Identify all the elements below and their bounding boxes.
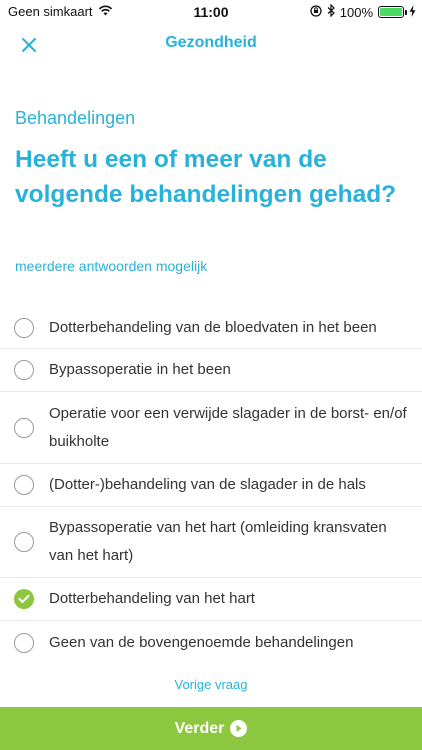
battery-percentage: 100% [339, 4, 373, 20]
option-label: Bypassoperatie van het hart (omleiding k… [49, 519, 387, 564]
radio-circle-icon[interactable] [14, 417, 34, 438]
options-list: Dotterbehandeling van de bloedvaten in h… [0, 307, 422, 664]
radio-circle-icon[interactable] [14, 475, 34, 495]
next-button[interactable]: Verder [0, 707, 422, 750]
status-right: 100% [310, 3, 416, 20]
rotation-lock-icon [310, 4, 322, 20]
option-item[interactable]: Bypassoperatie van het hart (omleiding k… [0, 507, 422, 578]
screen: Geen simkaart 11:00 100% Gezondheid Beha… [0, 0, 422, 750]
option-label: Dotterbehandeling van de bloedvaten in h… [49, 318, 377, 336]
option-item[interactable]: Dotterbehandeling van de bloedvaten in h… [0, 307, 422, 349]
answer-hint: meerdere antwoorden mogelijk [15, 258, 208, 274]
status-bar: Geen simkaart 11:00 100% [0, 0, 422, 24]
radio-circle-icon[interactable] [14, 632, 34, 653]
option-label: (Dotter-)behandeling van de slagader in … [49, 476, 366, 493]
next-button-label: Verder [174, 719, 225, 737]
nav-title: Gezondheid [165, 34, 257, 51]
previous-question-link[interactable]: Vorige vraag [0, 677, 422, 692]
play-icon [230, 720, 248, 737]
option-item[interactable]: Dotterbehandeling van het hart [0, 578, 422, 621]
radio-circle-icon[interactable] [14, 317, 34, 338]
option-item[interactable]: Geen van de bovengenoemde behandelingen [0, 621, 422, 664]
battery-icon [378, 6, 407, 18]
battery-level [380, 8, 402, 16]
nav-bar: Gezondheid [0, 24, 422, 64]
option-label: Geen van de bovengenoemde behandelingen [49, 633, 354, 651]
option-label: Dotterbehandeling van het hart [49, 590, 255, 607]
radio-circle-icon[interactable] [14, 360, 34, 380]
option-label: Operatie voor een verwijde slagader in d… [49, 404, 407, 450]
option-item[interactable]: Operatie voor een verwijde slagader in d… [0, 392, 422, 464]
checkbox-checked-icon[interactable] [14, 589, 34, 609]
option-item[interactable]: Bypassoperatie in het been [0, 349, 422, 392]
option-item[interactable]: (Dotter-)behandeling van de slagader in … [0, 464, 422, 507]
option-label: Bypassoperatie in het been [49, 361, 231, 378]
section-label: Behandelingen [15, 108, 136, 128]
charging-icon [409, 4, 416, 20]
radio-circle-icon[interactable] [14, 532, 34, 552]
question-heading: Heeft u een of meer van de volgende beha… [15, 146, 397, 208]
bluetooth-icon [327, 3, 335, 20]
